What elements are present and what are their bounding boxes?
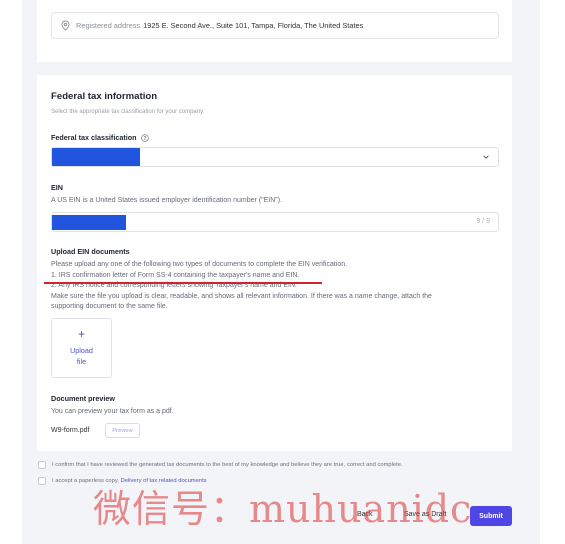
preview-description: You can preview your tax form as a pdf. xyxy=(51,408,174,415)
registered-address-value: 1925 E. Second Ave., Suite 101, Tampa, F… xyxy=(143,21,364,30)
ein-char-count: 9 / 9 xyxy=(476,218,490,225)
classification-label: Federal tax classification xyxy=(51,133,137,142)
upload-line-4: Make sure the file you upload is clear, … xyxy=(51,292,432,300)
section-subtitle: Select the appropriate tax classificatio… xyxy=(51,109,205,115)
registered-address-field: Registered address 1925 E. Second Ave., … xyxy=(51,12,499,39)
chevron-down-icon xyxy=(483,155,489,159)
confirm-checkbox-label: I confirm that I have reviewed the gener… xyxy=(52,462,403,468)
svg-text:?: ? xyxy=(143,135,146,141)
preview-button[interactable]: Preview xyxy=(105,423,140,438)
tax-classification-select[interactable] xyxy=(51,147,499,167)
paperless-checkbox[interactable] xyxy=(38,477,46,485)
preview-file-name: W9-form.pdf xyxy=(51,427,90,434)
ein-input[interactable]: 9 / 9 xyxy=(51,212,499,232)
upload-line-1: Please upload any one of the following t… xyxy=(51,261,348,268)
ein-label: EIN xyxy=(51,183,63,192)
confirm-checkbox[interactable] xyxy=(38,461,46,469)
red-underline-annotation xyxy=(44,282,322,284)
ein-description: A US EIN is a United States issued emplo… xyxy=(51,197,283,204)
upload-button-label: Upload file xyxy=(70,346,93,366)
redacted-ein xyxy=(52,215,126,230)
info-circle-icon[interactable]: ? xyxy=(140,133,149,142)
upload-line-5: supporting document to the same file. xyxy=(51,303,168,310)
preview-title: Document preview xyxy=(51,394,115,403)
upload-line-2: 1. IRS confirmation letter of Form SS-4 … xyxy=(51,271,300,279)
upload-instructions: Please upload any one of the following t… xyxy=(51,260,432,313)
location-pin-icon xyxy=(61,20,70,31)
redacted-selection xyxy=(52,148,140,166)
submit-button[interactable]: Submit xyxy=(470,506,512,526)
classification-label-row: Federal tax classification ? xyxy=(51,133,149,142)
watermark-text: 微信号：muhuanidc xyxy=(93,487,473,531)
plus-icon: + xyxy=(77,327,85,341)
section-title: Federal tax information xyxy=(51,91,158,102)
upload-file-button[interactable]: + Upload file xyxy=(51,318,112,378)
registered-address-label: Registered address xyxy=(76,21,141,30)
upload-title: Upload EIN documents xyxy=(51,247,130,256)
